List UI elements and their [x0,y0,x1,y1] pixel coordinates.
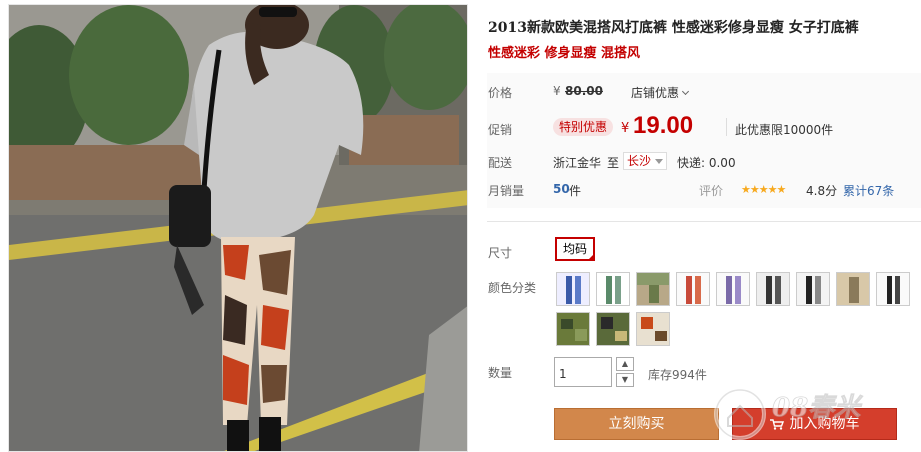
shipping-fee: 快递: 0.00 [677,156,736,170]
product-subtitle: 性感迷彩 修身显瘦 混搭风 [488,46,641,61]
quantity-value: 1 [559,367,567,381]
promo-price: 19.00 [633,112,694,139]
checkmark-icon [587,253,596,261]
swatch-blue-camo[interactable] [556,272,590,306]
size-label: 尺寸 [488,246,513,260]
swatch-grey-camo[interactable] [556,312,590,346]
promo-limit: 此优惠限10000件 [735,123,834,137]
promo-currency-symbol: ¥ [621,121,630,136]
product-detail-panel: 2013新款欧美混搭风打底裤 性感迷彩修身显瘦 女子打底裤 性感迷彩 修身显瘦 … [487,0,921,452]
stock-count: 库存994件 [648,368,707,382]
swatch-purple-pattern[interactable] [716,272,750,306]
chevron-down-icon [655,159,664,164]
quantity-label: 数量 [488,366,513,380]
swatch-green-camo-photo[interactable] [636,272,670,306]
size-option-label: 均码 [563,242,588,256]
color-label: 颜色分类 [488,281,537,295]
divider [726,118,727,136]
promo-tag: 特别优惠 [553,118,614,136]
shipping-origin: 浙江金华 [553,156,602,170]
size-option-selected[interactable]: 均码 [555,237,596,261]
buy-now-button[interactable]: 立刻购买 [554,408,719,440]
product-title: 2013新款欧美混搭风打底裤 性感迷彩修身显瘦 女子打底裤 [488,20,859,36]
swatch-black-white[interactable] [796,272,830,306]
currency-symbol: ¥ [553,84,561,98]
swatch-black-print[interactable] [756,272,790,306]
quantity-increase-button[interactable]: ▲ [616,357,634,371]
section-divider [487,221,921,222]
monthly-sales-unit: 件 [569,184,582,198]
rating-label: 评价 [699,184,724,198]
swatch-black-thin[interactable] [876,272,910,306]
shop-discount-dropdown[interactable]: 店铺优惠 [631,84,690,101]
cart-icon [769,418,784,430]
buy-now-label: 立刻购买 [608,416,665,432]
review-count-link[interactable]: 累计67条 [843,182,894,199]
price-label: 价格 [488,86,513,100]
monthly-sales-label: 月销量 [488,184,525,198]
promo-label: 促销 [488,123,513,137]
shipping-label: 配送 [488,156,513,170]
monthly-sales-count: 50 [553,182,570,196]
swatch-beige-photo[interactable] [836,272,870,306]
star-rating-icon: ★★★★★ [741,183,786,196]
add-to-cart-label: 加入购物车 [789,416,860,432]
destination-select[interactable]: 长沙 [623,152,668,170]
rating-score: 4.8分 [806,184,838,198]
shipping-to: 至 [607,156,620,170]
destination-value: 长沙 [627,154,652,168]
product-photo[interactable] [8,4,468,452]
shop-discount-label: 店铺优惠 [631,86,680,100]
quantity-decrease-button[interactable]: ▼ [616,373,634,387]
swatch-floral[interactable] [676,272,710,306]
original-price: 80.00 [565,84,603,98]
swatch-green-camo[interactable] [596,312,630,346]
quantity-input[interactable]: 1 [554,357,612,387]
chevron-down-icon [681,87,690,96]
swatch-brown-camo[interactable] [636,312,670,346]
add-to-cart-button[interactable]: 加入购物车 [732,408,897,440]
swatch-white-pattern[interactable] [596,272,630,306]
